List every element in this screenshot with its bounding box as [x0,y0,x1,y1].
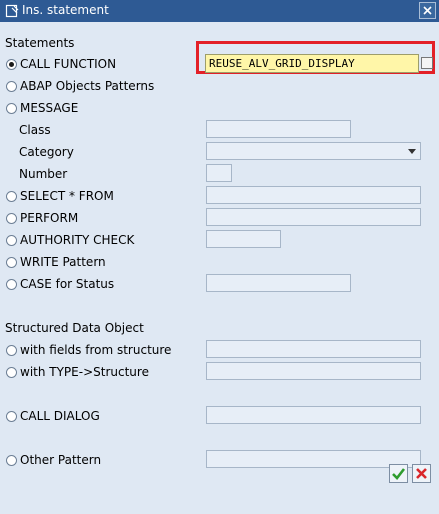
call-dialog-label: CALL DIALOG [20,409,100,423]
perform-input[interactable] [206,208,421,226]
number-label: Number [19,167,68,181]
checkmark-icon [392,468,406,480]
dialog-body: Statements CALL FUNCTION REUSE_ALV_GRID_… [0,22,439,514]
value-help-icon[interactable] [421,57,433,69]
radio-write-pattern[interactable] [6,257,17,268]
confirm-button[interactable] [389,464,408,483]
other-pattern-label: Other Pattern [20,453,102,467]
radio-with-fields[interactable] [6,345,17,356]
radio-other-pattern[interactable] [6,455,17,466]
radio-call-function[interactable] [6,59,17,70]
call-function-label: CALL FUNCTION [20,57,117,71]
cancel-button[interactable] [412,464,431,483]
insert-statement-icon [5,4,19,18]
radio-call-dialog[interactable] [6,411,17,422]
window-title: Ins. statement [22,3,109,17]
class-input[interactable] [206,120,351,138]
category-dropdown[interactable] [206,142,421,160]
authority-check-label: AUTHORITY CHECK [20,233,135,247]
radio-authority-check[interactable] [6,235,17,246]
message-label: MESSAGE [20,101,79,115]
select-input[interactable] [206,186,421,204]
statements-heading: Statements [5,36,75,50]
authority-check-input[interactable] [206,230,281,248]
cancel-icon [416,468,427,479]
with-type-input[interactable] [206,362,421,380]
radio-message[interactable] [6,103,17,114]
with-type-label: with TYPE->Structure [20,365,149,379]
title-bar: Ins. statement [0,0,439,22]
radio-case-status[interactable] [6,279,17,290]
radio-perform[interactable] [6,213,17,224]
radio-with-type[interactable] [6,367,17,378]
close-icon [423,6,432,15]
class-label: Class [19,123,51,137]
write-pattern-label: WRITE Pattern [20,255,106,269]
select-label: SELECT * FROM [20,189,114,203]
structured-heading: Structured Data Object [5,321,144,335]
with-fields-input[interactable] [206,340,421,358]
case-status-label: CASE for Status [20,277,115,291]
radio-select[interactable] [6,191,17,202]
abap-objects-label: ABAP Objects Patterns [20,79,155,93]
with-fields-label: with fields from structure [20,343,172,357]
perform-label: PERFORM [20,211,79,225]
close-button[interactable] [419,2,436,19]
category-label: Category [19,145,74,159]
radio-abap-objects[interactable] [6,81,17,92]
number-input[interactable] [206,164,232,182]
case-status-input[interactable] [206,274,351,292]
function-module-input[interactable]: REUSE_ALV_GRID_DISPLAY [205,54,419,73]
call-dialog-input[interactable] [206,406,421,424]
